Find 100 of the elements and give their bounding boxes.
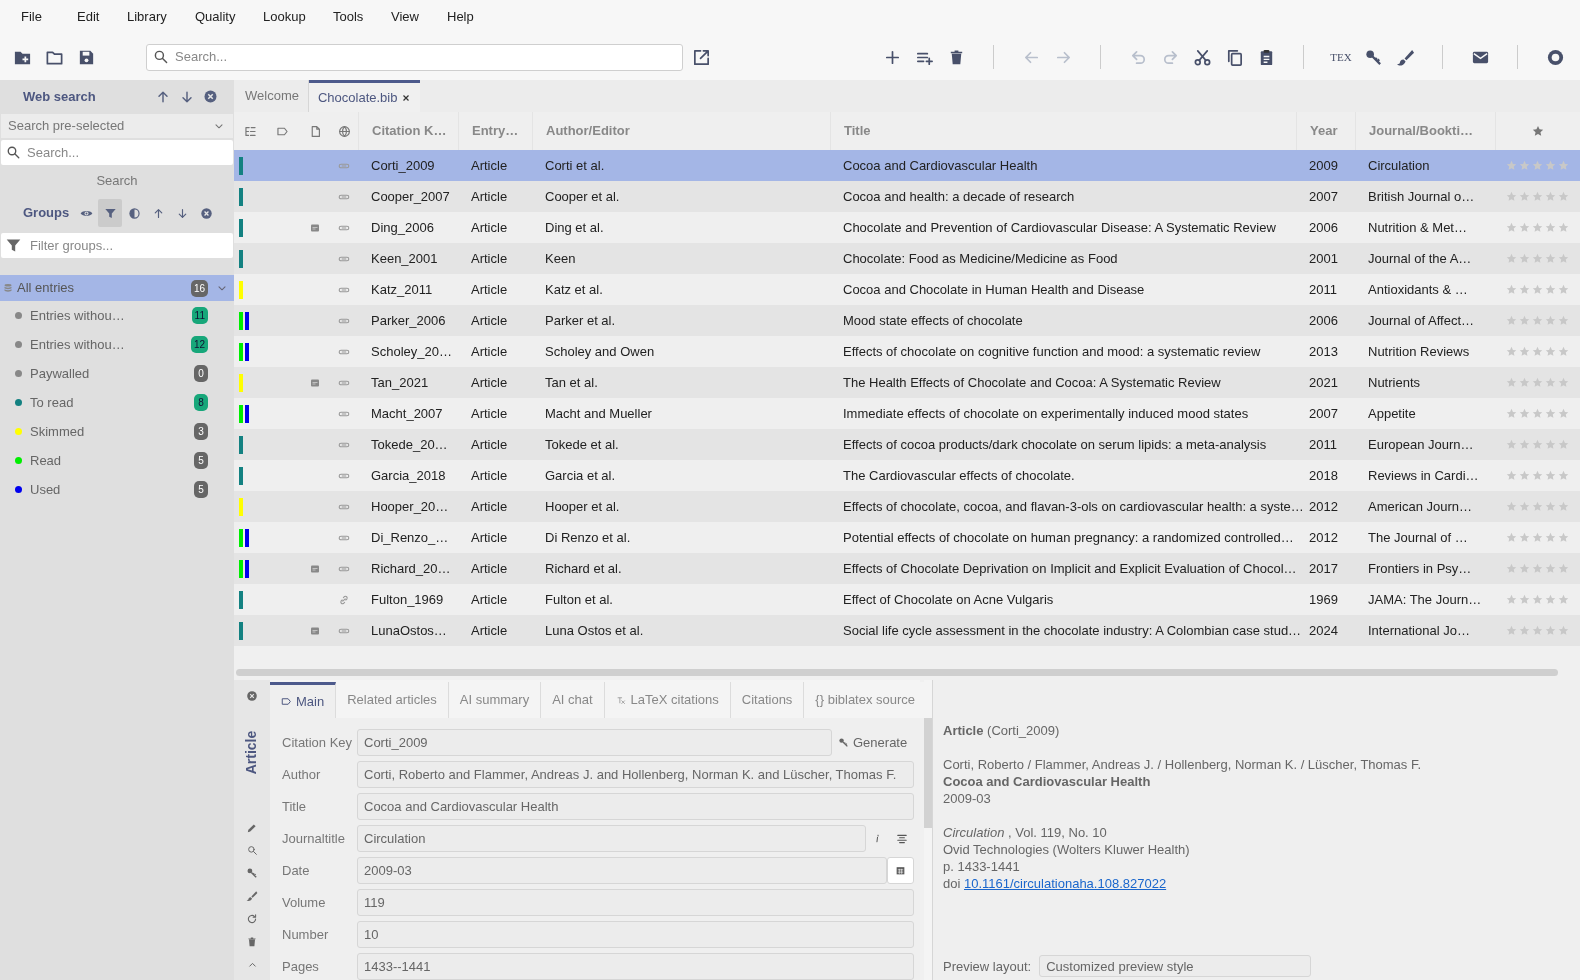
star-icon[interactable] — [1532, 625, 1543, 636]
menu-item[interactable]: Quality — [186, 3, 254, 31]
star-icon[interactable] — [1545, 222, 1556, 233]
menu-item[interactable]: Lookup — [254, 3, 324, 31]
star-icon[interactable] — [1506, 191, 1517, 202]
star-icon[interactable] — [1506, 160, 1517, 171]
star-icon[interactable] — [1558, 563, 1569, 574]
star-icon[interactable] — [1532, 532, 1543, 543]
group-item[interactable]: Entries withou… 11 — [0, 301, 234, 330]
star-icon[interactable] — [1558, 532, 1569, 543]
column-header[interactable]: Citation K… — [372, 121, 447, 141]
star-icon[interactable] — [1519, 191, 1530, 202]
brush-icon[interactable] — [246, 890, 258, 902]
text-field[interactable]: Circulation — [357, 825, 866, 852]
source-dropdown[interactable]: Search pre-selected — [1, 114, 233, 138]
text-field[interactable]: 10 — [357, 921, 914, 948]
down-arrow-icon[interactable] — [179, 89, 195, 105]
star-icon[interactable] — [1532, 346, 1543, 357]
group-item[interactable]: Read 5 — [0, 446, 234, 475]
doi-link[interactable]: 10.1161/circulationaha.108.827022 — [964, 876, 1167, 891]
star-icon[interactable] — [1519, 532, 1530, 543]
search-button[interactable]: Search — [90, 171, 144, 191]
pdf-file-icon[interactable] — [310, 625, 320, 636]
star-icon[interactable] — [1519, 315, 1530, 326]
star-icon[interactable] — [1519, 377, 1530, 388]
star-icon[interactable] — [1532, 594, 1543, 605]
column-header[interactable]: Year — [1310, 121, 1338, 141]
pencil-icon[interactable] — [246, 822, 258, 834]
star-icon[interactable] — [1506, 408, 1517, 419]
star-icon[interactable] — [1519, 625, 1530, 636]
star-icon[interactable] — [1519, 222, 1530, 233]
star-icon[interactable] — [1519, 501, 1530, 512]
star-icon[interactable] — [1545, 470, 1556, 481]
star-icon[interactable] — [1519, 160, 1530, 171]
trash-icon[interactable] — [246, 936, 258, 948]
star-icon[interactable] — [1519, 346, 1530, 357]
star-icon[interactable] — [1532, 439, 1543, 450]
star-icon[interactable] — [1558, 191, 1569, 202]
group-item[interactable]: Entries withou… 12 — [0, 330, 234, 359]
pdf-file-icon[interactable] — [310, 222, 320, 233]
star-icon[interactable] — [1545, 408, 1556, 419]
search-icon[interactable] — [246, 845, 258, 856]
text-field[interactable]: 119 — [357, 889, 914, 916]
star-icon[interactable] — [1545, 377, 1556, 388]
star-icon[interactable] — [1558, 346, 1569, 357]
star-icon[interactable] — [1506, 222, 1517, 233]
column-header[interactable]: Title — [844, 121, 871, 141]
library-tab[interactable]: Chocolate.bib — [308, 80, 421, 112]
table-row[interactable]: Parker_2006 Article Parker et al. Mood state effects of chocolate 2006 Journal of Affect… — [234, 305, 1580, 336]
column-header[interactable]: Journal/Bookti… — [1369, 121, 1473, 141]
close-icon[interactable] — [401, 92, 412, 103]
star-icon[interactable] — [1532, 191, 1543, 202]
text-field[interactable]: Cocoa and Cardiovascular Health — [357, 793, 914, 820]
star-icon[interactable] — [1519, 253, 1530, 264]
text-field[interactable]: 1433--1441 — [357, 953, 914, 980]
star-icon[interactable] — [1506, 532, 1517, 543]
table-row[interactable]: Richard_20… Article Richard et al. Effects of Chocolate Deprivation on Implicit and Explicit Evaluation of Chocol… 2017 Frontiers in Psy… — [234, 553, 1580, 584]
align-center-icon[interactable] — [895, 832, 908, 845]
star-icon[interactable] — [1558, 377, 1569, 388]
star-icon[interactable] — [1558, 470, 1569, 481]
search-field[interactable]: Search... — [146, 43, 683, 71]
text-field[interactable]: Corti_2009 — [357, 729, 832, 756]
star-icon[interactable] — [1519, 408, 1530, 419]
star-icon[interactable] — [1545, 625, 1556, 636]
tree-icon[interactable] — [244, 124, 257, 138]
star-icon[interactable] — [1532, 377, 1543, 388]
star-icon[interactable] — [1506, 625, 1517, 636]
up-arrow-icon[interactable] — [155, 89, 171, 105]
star-icon[interactable] — [1558, 160, 1569, 171]
star-icon[interactable] — [1545, 284, 1556, 295]
star-icon[interactable] — [1519, 470, 1530, 481]
table-row[interactable]: Keen_2001 Article Keen Chocolate: Food as Medicine/Medicine as Food 2001 Journal of the A… — [234, 243, 1580, 274]
group-item[interactable]: To read 8 — [0, 388, 234, 417]
pdf-file-icon[interactable] — [310, 377, 320, 388]
filter-icon[interactable] — [98, 199, 122, 227]
star-icon[interactable] — [1558, 253, 1569, 264]
star-icon[interactable] — [1532, 160, 1543, 171]
star-icon[interactable] — [1519, 563, 1530, 574]
star-icon[interactable] — [1558, 625, 1569, 636]
star-icon[interactable] — [1545, 253, 1556, 264]
star-icon[interactable] — [1519, 439, 1530, 450]
scrollbar[interactable] — [236, 668, 1558, 676]
star-icon[interactable] — [1545, 532, 1556, 543]
star-icon[interactable] — [1532, 470, 1543, 481]
menu-item[interactable]: Edit — [68, 3, 118, 31]
star-icon[interactable] — [1506, 594, 1517, 605]
column-header[interactable]: Entry… — [472, 121, 519, 141]
filter-field[interactable]: Filter groups... — [30, 235, 229, 256]
group-item[interactable]: Used 5 — [0, 475, 234, 504]
menu-item[interactable]: View — [382, 3, 438, 31]
star-icon[interactable] — [1558, 315, 1569, 326]
star-icon[interactable] — [1506, 563, 1517, 574]
star-icon[interactable] — [1506, 377, 1517, 388]
star-icon[interactable] — [1545, 346, 1556, 357]
menu-item[interactable]: Tools — [324, 3, 382, 31]
generate-button[interactable]: Generate — [838, 732, 914, 753]
star-icon[interactable] — [1532, 125, 1544, 137]
layout-dropdown[interactable]: Customized preview style — [1039, 955, 1312, 977]
column-header[interactable]: Author/Editor — [546, 121, 630, 141]
star-icon[interactable] — [1532, 284, 1543, 295]
